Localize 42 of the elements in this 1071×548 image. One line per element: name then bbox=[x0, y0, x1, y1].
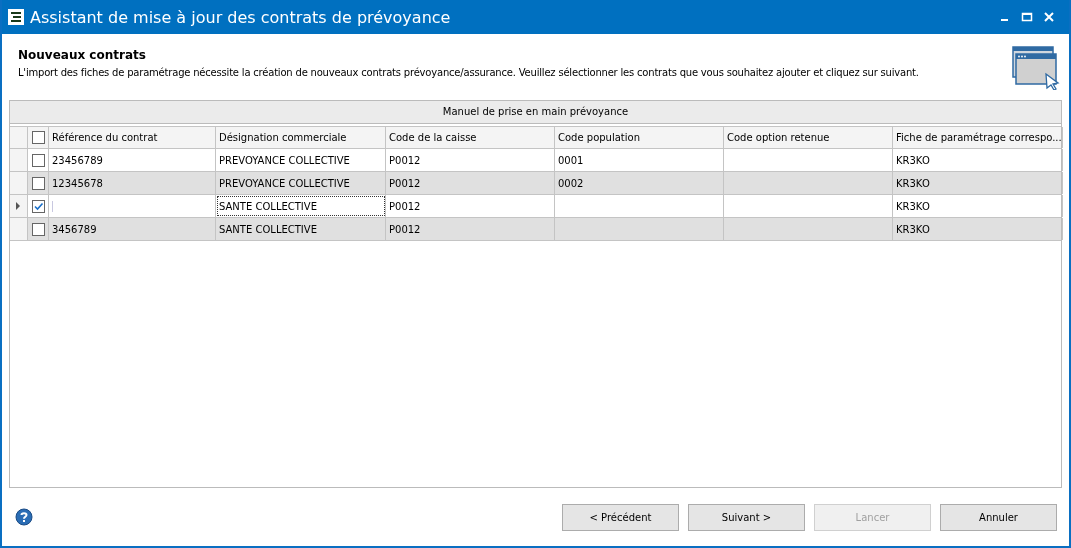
wizard-button[interactable]: < Précédent bbox=[562, 503, 679, 531]
select-all-checkbox[interactable] bbox=[31, 131, 45, 144]
wizard-button[interactable]: Suivant > bbox=[688, 503, 805, 531]
table-cell: 0002 bbox=[558, 177, 584, 189]
table-cell: 0001 bbox=[558, 154, 584, 166]
menu-icon[interactable] bbox=[8, 9, 24, 25]
window-title: Assistant de mise à jour des contrats de prévoyance bbox=[30, 7, 452, 27]
table-cell: KR3KO bbox=[896, 177, 930, 189]
row-checkbox[interactable] bbox=[31, 176, 45, 190]
table-cell: P0012 bbox=[389, 200, 421, 212]
manual-link[interactable]: Manuel de prise en main prévoyance bbox=[10, 101, 1061, 124]
table-cell: P0012 bbox=[389, 177, 421, 189]
table-cell: P0012 bbox=[389, 223, 421, 235]
windows-cursor-icon bbox=[1012, 46, 1060, 90]
description-text: L'import des fiches de paramétrage nécessite la création de nouveaux contrats prévoyance/assurance. Veuillez sélectionner les contrats que vous souhaitez ajouter et cliquez sur suivant. bbox=[18, 67, 920, 78]
table-cell: SANTE COLLECTIVE bbox=[219, 223, 317, 235]
row-checkbox[interactable] bbox=[31, 153, 45, 167]
column-header[interactable]: Code population bbox=[555, 127, 724, 148]
table-cell: P0012 bbox=[389, 154, 421, 166]
row-checkbox[interactable] bbox=[31, 222, 45, 236]
wizard-button[interactable]: Annuler bbox=[940, 503, 1057, 531]
column-header[interactable]: Désignation commerciale bbox=[216, 127, 386, 148]
table-cell: 23456789 bbox=[52, 154, 103, 166]
help-icon[interactable] bbox=[15, 508, 33, 526]
column-header[interactable]: Code option retenue bbox=[724, 127, 893, 148]
maximize-icon[interactable] bbox=[1021, 11, 1033, 23]
column-header[interactable]: Code de la caisse bbox=[386, 127, 555, 148]
section-title: Nouveaux contrats bbox=[18, 48, 147, 62]
table-cell: KR3KO bbox=[896, 154, 930, 166]
column-header[interactable]: Fiche de paramétrage correspo... bbox=[893, 127, 1063, 148]
text-cursor bbox=[52, 200, 53, 212]
table-cell: 12345678 bbox=[52, 177, 103, 189]
row-indicator[interactable] bbox=[10, 195, 28, 217]
table-cell: PREVOYANCE COLLECTIVE bbox=[219, 177, 350, 189]
row-checkbox[interactable] bbox=[31, 199, 45, 213]
table-cell: KR3KO bbox=[896, 223, 930, 235]
close-icon[interactable] bbox=[1043, 11, 1055, 23]
table-cell: KR3KO bbox=[896, 200, 930, 212]
table-cell: PREVOYANCE COLLECTIVE bbox=[219, 154, 350, 166]
table-cell: 3456789 bbox=[52, 223, 97, 235]
table-cell: SANTE COLLECTIVE bbox=[219, 200, 317, 212]
column-header[interactable]: Référence du contrat bbox=[49, 127, 216, 148]
